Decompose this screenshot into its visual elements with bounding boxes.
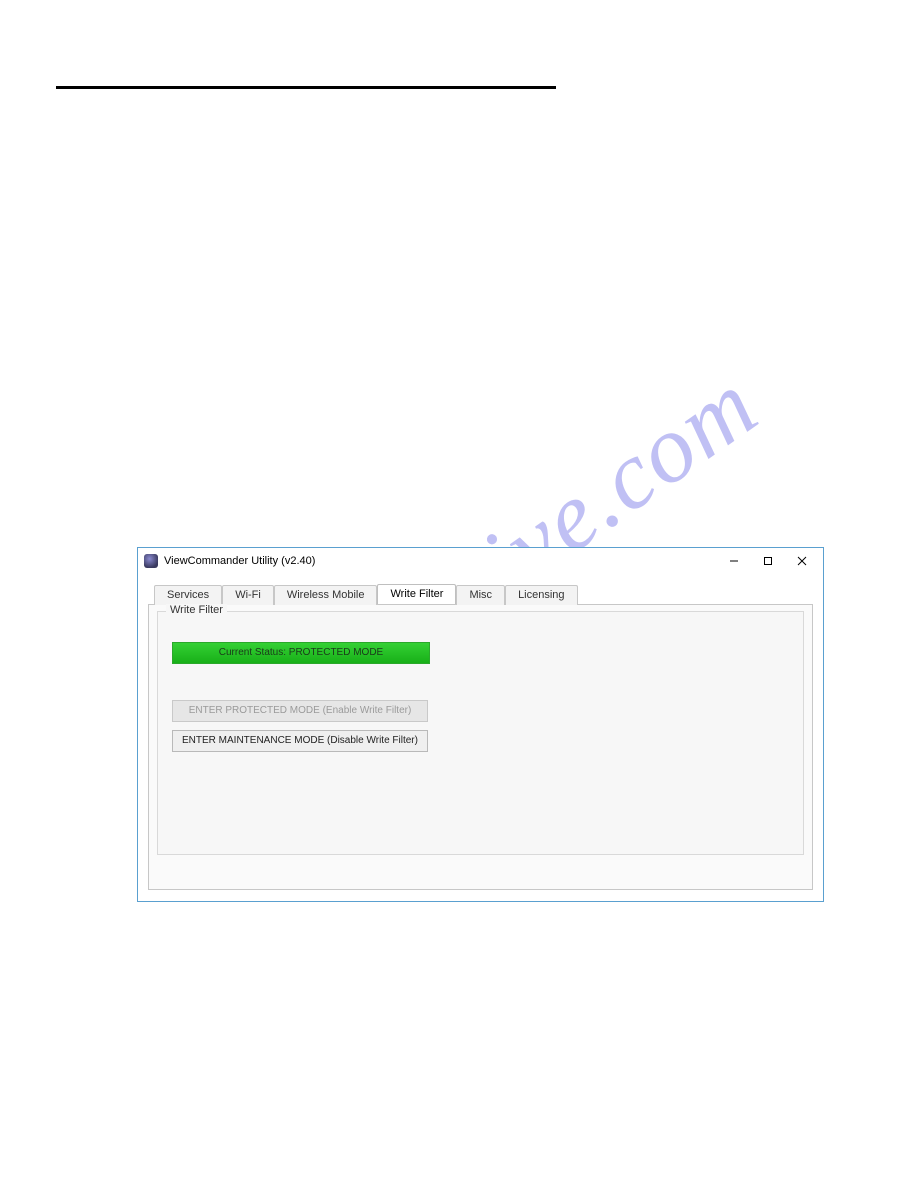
status-badge: Current Status: PROTECTED MODE	[172, 642, 430, 664]
tab-services[interactable]: Services	[154, 585, 222, 605]
tab-page-write-filter: Write Filter Current Status: PROTECTED M…	[148, 604, 813, 890]
window-controls	[717, 550, 819, 572]
enter-maintenance-mode-button[interactable]: ENTER MAINTENANCE MODE (Disable Write Fi…	[172, 730, 428, 752]
tab-misc[interactable]: Misc	[456, 585, 505, 605]
close-button[interactable]	[785, 550, 819, 572]
tabstrip: Services Wi-Fi Wireless Mobile Write Fil…	[154, 582, 813, 604]
minimize-button[interactable]	[717, 550, 751, 572]
group-label: Write Filter	[166, 604, 227, 616]
titlebar: ViewCommander Utility (v2.40)	[138, 548, 823, 574]
tab-wireless-mobile[interactable]: Wireless Mobile	[274, 585, 378, 605]
tab-licensing[interactable]: Licensing	[505, 585, 577, 605]
horizontal-rule	[56, 86, 556, 89]
enter-protected-mode-button: ENTER PROTECTED MODE (Enable Write Filte…	[172, 700, 428, 722]
tab-wifi[interactable]: Wi-Fi	[222, 585, 274, 605]
app-icon	[144, 554, 158, 568]
tab-write-filter[interactable]: Write Filter	[377, 584, 456, 604]
maximize-button[interactable]	[751, 550, 785, 572]
window-title: ViewCommander Utility (v2.40)	[164, 555, 717, 567]
write-filter-groupbox: Write Filter Current Status: PROTECTED M…	[157, 611, 804, 855]
client-area: Services Wi-Fi Wireless Mobile Write Fil…	[138, 574, 823, 900]
app-window: ViewCommander Utility (v2.40) Services W…	[137, 547, 824, 902]
